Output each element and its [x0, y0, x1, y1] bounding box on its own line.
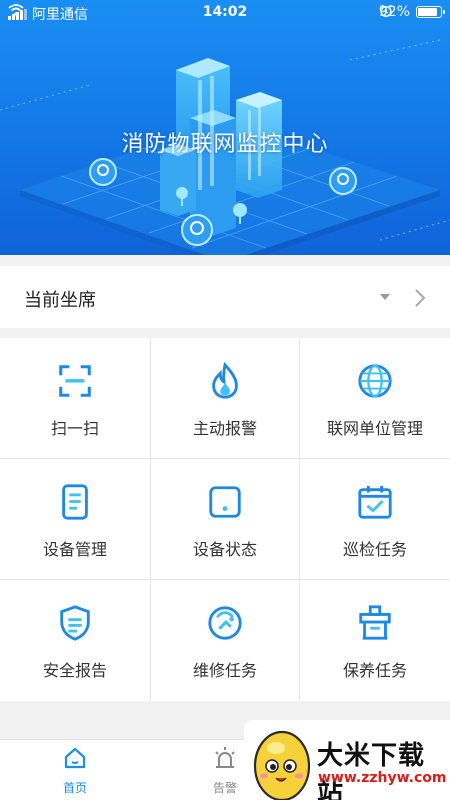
- dropdown-caret-icon[interactable]: [380, 294, 390, 300]
- hero-banner: 阿里通信 14:02 92% 消防物联网监控中心: [0, 0, 450, 255]
- grid-item-label: 主动报警: [192, 419, 257, 438]
- grid-item-device-management[interactable]: 设备管理: [0, 459, 151, 580]
- grid-item-label: 巡检任务: [342, 540, 407, 559]
- hero-title: 消防物联网监控中心: [121, 132, 329, 157]
- document-icon: [62, 484, 88, 520]
- watermark-url: www.zzhyw.com: [318, 770, 447, 786]
- status-bar: 阿里通信 14:02 92%: [0, 0, 450, 26]
- chevron-right-icon[interactable]: [413, 287, 427, 309]
- grid-item-label: 扫一扫: [50, 419, 99, 438]
- watermark-site-name: 大米下载站: [317, 741, 426, 800]
- calendar-check-icon: [358, 485, 392, 519]
- grid-item-repair-task[interactable]: 维修任务: [151, 580, 300, 701]
- grid-item-label: 联网单位管理: [326, 419, 423, 438]
- grid-item-networked-units[interactable]: 联网单位管理: [300, 338, 450, 459]
- shield-icon: [60, 605, 90, 641]
- grid-item-label: 保养任务: [342, 661, 407, 680]
- grid-item-device-status[interactable]: 设备状态: [151, 459, 300, 580]
- tab-label: 首页: [62, 781, 87, 795]
- scan-icon: [59, 365, 91, 397]
- alarm-clock-icon: [379, 4, 392, 18]
- device-status-icon: [209, 486, 241, 518]
- globe-icon: [358, 364, 392, 398]
- grid-item-maintenance-task[interactable]: 保养任务: [300, 580, 450, 701]
- grid-item-label: 安全报告: [42, 661, 107, 680]
- repair-icon: [208, 606, 242, 640]
- maintenance-icon: [359, 605, 391, 640]
- battery-icon: [416, 6, 445, 18]
- grid-item-scan[interactable]: 扫一扫: [0, 338, 151, 459]
- grid-item-safety-report[interactable]: 安全报告: [0, 580, 151, 701]
- grid-item-inspection-task[interactable]: 巡检任务: [300, 459, 450, 580]
- tab-home[interactable]: 首页: [35, 740, 115, 800]
- grid-item-label: 设备管理: [42, 540, 107, 559]
- home-icon: [64, 747, 86, 769]
- grid-item-label: 设备状态: [192, 540, 257, 559]
- function-grid: 扫一扫 主动报警 联网单位管理 设备管理 设备状态 巡检任务 安全报告 维修任务…: [0, 338, 450, 701]
- current-seat-row[interactable]: 当前坐席: [0, 266, 450, 328]
- grid-item-active-alarm[interactable]: 主动报警: [151, 338, 300, 459]
- grid-item-label: 维修任务: [192, 661, 257, 680]
- app-screen: 阿里通信 14:02 92% 消防物联网监控中心 当前坐席 扫一扫 主动报警 联…: [0, 0, 450, 800]
- flame-icon: [212, 362, 238, 399]
- current-seat-label: 当前坐席: [24, 290, 96, 311]
- alarm-light-icon: [215, 747, 235, 768]
